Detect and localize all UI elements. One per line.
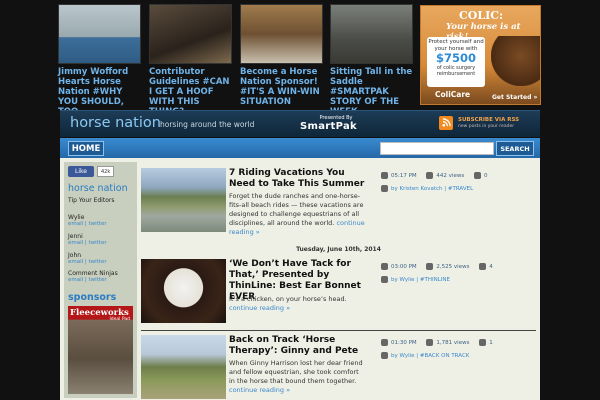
post-excerpt: Forget the dude ranches and one-horse-fi… <box>229 192 366 237</box>
site-header: horse nation horsing around the world Pr… <box>60 110 540 137</box>
clock-icon <box>381 172 388 179</box>
fleeceworks-ad[interactable]: Fleeceworks Ideal Pad <box>68 306 133 394</box>
editor-links[interactable]: email | twitter <box>68 240 107 246</box>
featured-thumbnail[interactable] <box>240 4 323 64</box>
clock-icon <box>381 263 388 270</box>
editor-name: Comment Ninjas <box>68 270 118 277</box>
post-excerpt-text: It’s a chicken, on your horse’s head. <box>229 295 347 303</box>
clock-icon <box>381 339 388 346</box>
post-byline: by Wylie | #THINLINE <box>381 276 450 283</box>
featured-item[interactable]: Jimmy Wofford Hearts Horse Nation #WHY Y… <box>58 4 141 117</box>
post-byline-text[interactable]: by Wylie | #BACK ON TRACK <box>391 353 469 359</box>
featured-item[interactable]: Become a Horse Nation Sponsor! #IT'S A W… <box>240 4 323 107</box>
ad-brand: ColiCare <box>435 90 471 99</box>
post-meta-time-row: 03:00 PM 2,525 views 4 <box>381 263 493 270</box>
post-thumbnail[interactable] <box>141 335 226 399</box>
nav-bar: HOME SEARCH <box>60 138 540 158</box>
post-item: Back on Track ‘Horse Therapy’: Ginny and… <box>141 335 536 399</box>
post-byline: by Wylie | #BACK ON TRACK <box>381 352 469 359</box>
views-icon <box>426 172 434 179</box>
rss-subtext: new posts in your reader <box>458 124 515 129</box>
author-icon <box>381 352 388 359</box>
continue-reading-link[interactable]: continue reading » <box>229 304 290 312</box>
editor-item: Jenni email | twitter <box>68 233 107 246</box>
ad-box-text: Protect yourself and your horse with <box>428 39 484 52</box>
post-thumbnail[interactable] <box>141 168 226 232</box>
site-tagline: horsing around the world <box>160 120 255 129</box>
post-excerpt: It’s a chicken, on your horse’s head. co… <box>229 295 366 313</box>
search-button[interactable]: SEARCH <box>496 141 534 156</box>
home-button[interactable]: HOME <box>68 141 104 156</box>
featured-strip: Jimmy Wofford Hearts Horse Nation #WHY Y… <box>58 4 414 117</box>
colicare-ad[interactable]: COLIC: Your horse is at risk! Protect yo… <box>420 5 541 105</box>
smartpak-logo[interactable]: SmartPak <box>300 121 357 132</box>
rss-icon[interactable] <box>439 116 453 130</box>
post-views: 2,525 views <box>436 264 470 270</box>
editor-name: Wylie <box>68 214 85 221</box>
editor-links[interactable]: email | twitter <box>68 277 118 283</box>
editor-name: Jenni <box>68 233 83 240</box>
featured-thumbnail[interactable] <box>149 4 232 64</box>
post-comments[interactable]: 0 <box>484 173 488 179</box>
views-icon <box>426 263 434 270</box>
facebook-like-button[interactable]: Like <box>68 166 94 177</box>
views-icon <box>426 339 434 346</box>
post-excerpt: When Ginny Harrison lost her dear friend… <box>229 359 366 395</box>
site-logo[interactable]: horse nation <box>70 115 161 131</box>
search-input[interactable] <box>380 142 494 155</box>
editor-name: John <box>68 252 82 259</box>
post-title[interactable]: Back on Track ‘Horse Therapy’: Ginny and… <box>229 335 365 357</box>
ad-amount: $7500 <box>435 51 476 65</box>
featured-thumbnail[interactable] <box>330 4 413 64</box>
sidebar: Like 42k horse nation Tip Your Editors W… <box>64 162 137 398</box>
post-time: 01:30 PM <box>391 340 417 346</box>
post-divider <box>141 330 536 331</box>
editor-item: Wylie email | twitter <box>68 214 107 227</box>
comment-icon <box>479 339 487 346</box>
post-byline-text[interactable]: by Wylie | #THINLINE <box>391 277 450 283</box>
post-time: 03:00 PM <box>391 264 417 270</box>
post-thumbnail[interactable] <box>141 259 226 323</box>
comment-icon <box>479 263 487 270</box>
date-separator: Tuesday, June 10th, 2014 <box>296 246 381 253</box>
ad-cta-button[interactable]: Get Started » <box>492 94 537 101</box>
fleeceworks-tagline: Ideal Pad <box>109 317 130 322</box>
post-item: ‘We Don’t Have Tack for That,’ Presented… <box>141 259 536 329</box>
author-icon <box>381 185 388 192</box>
author-icon <box>381 276 388 283</box>
horse-image <box>491 36 540 86</box>
post-views: 442 views <box>436 173 465 179</box>
post-time: 05:17 PM <box>391 173 417 179</box>
sidebar-title: horse nation <box>68 183 128 194</box>
post-byline: by Kristen Kovatch | #TRAVEL <box>381 185 473 192</box>
editor-item: Comment Ninjas email | twitter <box>68 270 118 283</box>
featured-item[interactable]: Contributor Guidelines #CAN I GET A HOOF… <box>149 4 232 117</box>
post-comments[interactable]: 4 <box>489 264 493 270</box>
editor-item: John email | twitter <box>68 252 107 265</box>
featured-caption[interactable]: Become a Horse Nation Sponsor! #IT'S A W… <box>240 67 323 107</box>
ad-box-sub: of colic surgery reimbursement <box>436 65 476 77</box>
post-byline-text[interactable]: by Kristen Kovatch | #TRAVEL <box>391 186 473 192</box>
comment-icon <box>473 172 481 179</box>
editor-links[interactable]: email | twitter <box>68 259 107 265</box>
featured-thumbnail[interactable] <box>58 4 141 64</box>
ad-headline: COLIC: <box>459 9 504 22</box>
main-content: Like 42k horse nation Tip Your Editors W… <box>60 158 540 400</box>
ad-offer-box: Protect yourself and your horse with $75… <box>427 37 485 87</box>
editor-links[interactable]: email | twitter <box>68 221 107 227</box>
post-excerpt-text: When Ginny Harrison lost her dear friend… <box>229 359 363 385</box>
post-views: 1,781 views <box>436 340 470 346</box>
post-title[interactable]: 7 Riding Vacations You Need to Take This… <box>229 168 365 190</box>
post-meta-time-row: 01:30 PM 1,781 views 1 <box>381 339 493 346</box>
post-comments[interactable]: 1 <box>489 340 493 346</box>
rss-subscribe-link[interactable]: SUBSCRIBE VIA RSS <box>458 117 519 123</box>
editors-label: Tip Your Editors <box>68 197 115 204</box>
facebook-like-count: 42k <box>97 166 115 177</box>
featured-item[interactable]: Sitting Tall in the Saddle #SMARTPAK STO… <box>330 4 413 117</box>
continue-reading-link[interactable]: continue reading » <box>229 386 290 394</box>
sponsors-title: sponsors <box>68 292 117 303</box>
post-meta-time-row: 05:17 PM 442 views 0 <box>381 172 487 179</box>
post-item: 7 Riding Vacations You Need to Take This… <box>141 168 536 238</box>
